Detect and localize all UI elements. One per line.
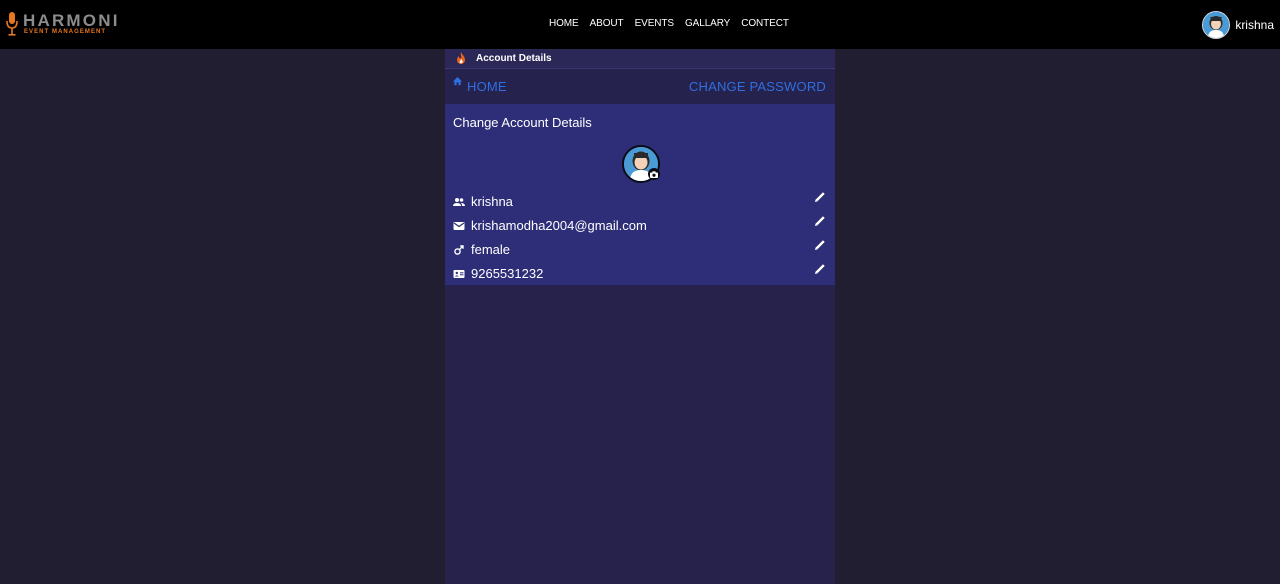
edit-email-icon[interactable] — [813, 214, 827, 228]
panel-links: HOME CHANGE PASSWORD — [445, 69, 835, 103]
section-heading: Change Account Details — [453, 115, 592, 130]
main-nav: HOME ABOUT EVENTS GALLARY CONTECT — [549, 18, 800, 30]
account-panel: Account Details HOME CHANGE PASSWORD Cha… — [445, 49, 835, 584]
top-navbar: HARMONI EVENT MANAGEMENT HOME ABOUT EVEN… — [0, 0, 1280, 49]
nav-contect[interactable]: CONTECT — [741, 18, 789, 30]
email-value: krishamodha2004@gmail.com — [471, 218, 647, 233]
change-photo-button[interactable] — [648, 168, 660, 180]
mail-icon — [453, 222, 465, 230]
nav-gallary[interactable]: GALLARY — [685, 18, 730, 30]
username-value: krishna — [471, 194, 513, 209]
account-details-card: Change Account Details krishna krishamod… — [445, 104, 835, 285]
avatar-image — [1203, 12, 1230, 38]
panel-titlebar: Account Details — [445, 49, 835, 69]
edit-gender-icon[interactable] — [813, 238, 827, 252]
edit-username-icon[interactable] — [813, 190, 827, 204]
gender-row: female — [453, 240, 827, 260]
nav-about[interactable]: ABOUT — [590, 18, 624, 30]
nav-home[interactable]: HOME — [549, 18, 579, 30]
gender-icon — [454, 245, 464, 255]
edit-phone-icon[interactable] — [813, 262, 827, 276]
home-icon — [453, 77, 462, 86]
phone-row: 9265531232 — [453, 264, 827, 284]
camera-icon — [650, 170, 658, 178]
username-row: krishna — [453, 192, 827, 212]
user-menu[interactable]: krishna — [1202, 11, 1274, 39]
home-link-label: HOME — [467, 79, 507, 94]
change-password-link[interactable]: CHANGE PASSWORD — [689, 79, 826, 94]
home-link[interactable]: HOME — [453, 77, 507, 94]
email-row: krishamodha2004@gmail.com — [453, 216, 827, 236]
people-icon — [453, 198, 465, 206]
brand-tagline: EVENT MANAGEMENT — [24, 29, 107, 35]
panel-title: Account Details — [476, 53, 552, 64]
microphone-icon — [6, 12, 18, 36]
gender-value: female — [471, 242, 511, 257]
nav-events[interactable]: EVENTS — [635, 18, 675, 30]
phone-value: 9265531232 — [471, 266, 544, 281]
username-label: krishna — [1235, 18, 1274, 32]
contact-card-icon — [453, 270, 465, 278]
fire-icon — [457, 52, 465, 64]
avatar[interactable] — [1202, 11, 1231, 39]
brand-name: HARMONI — [23, 11, 120, 30]
